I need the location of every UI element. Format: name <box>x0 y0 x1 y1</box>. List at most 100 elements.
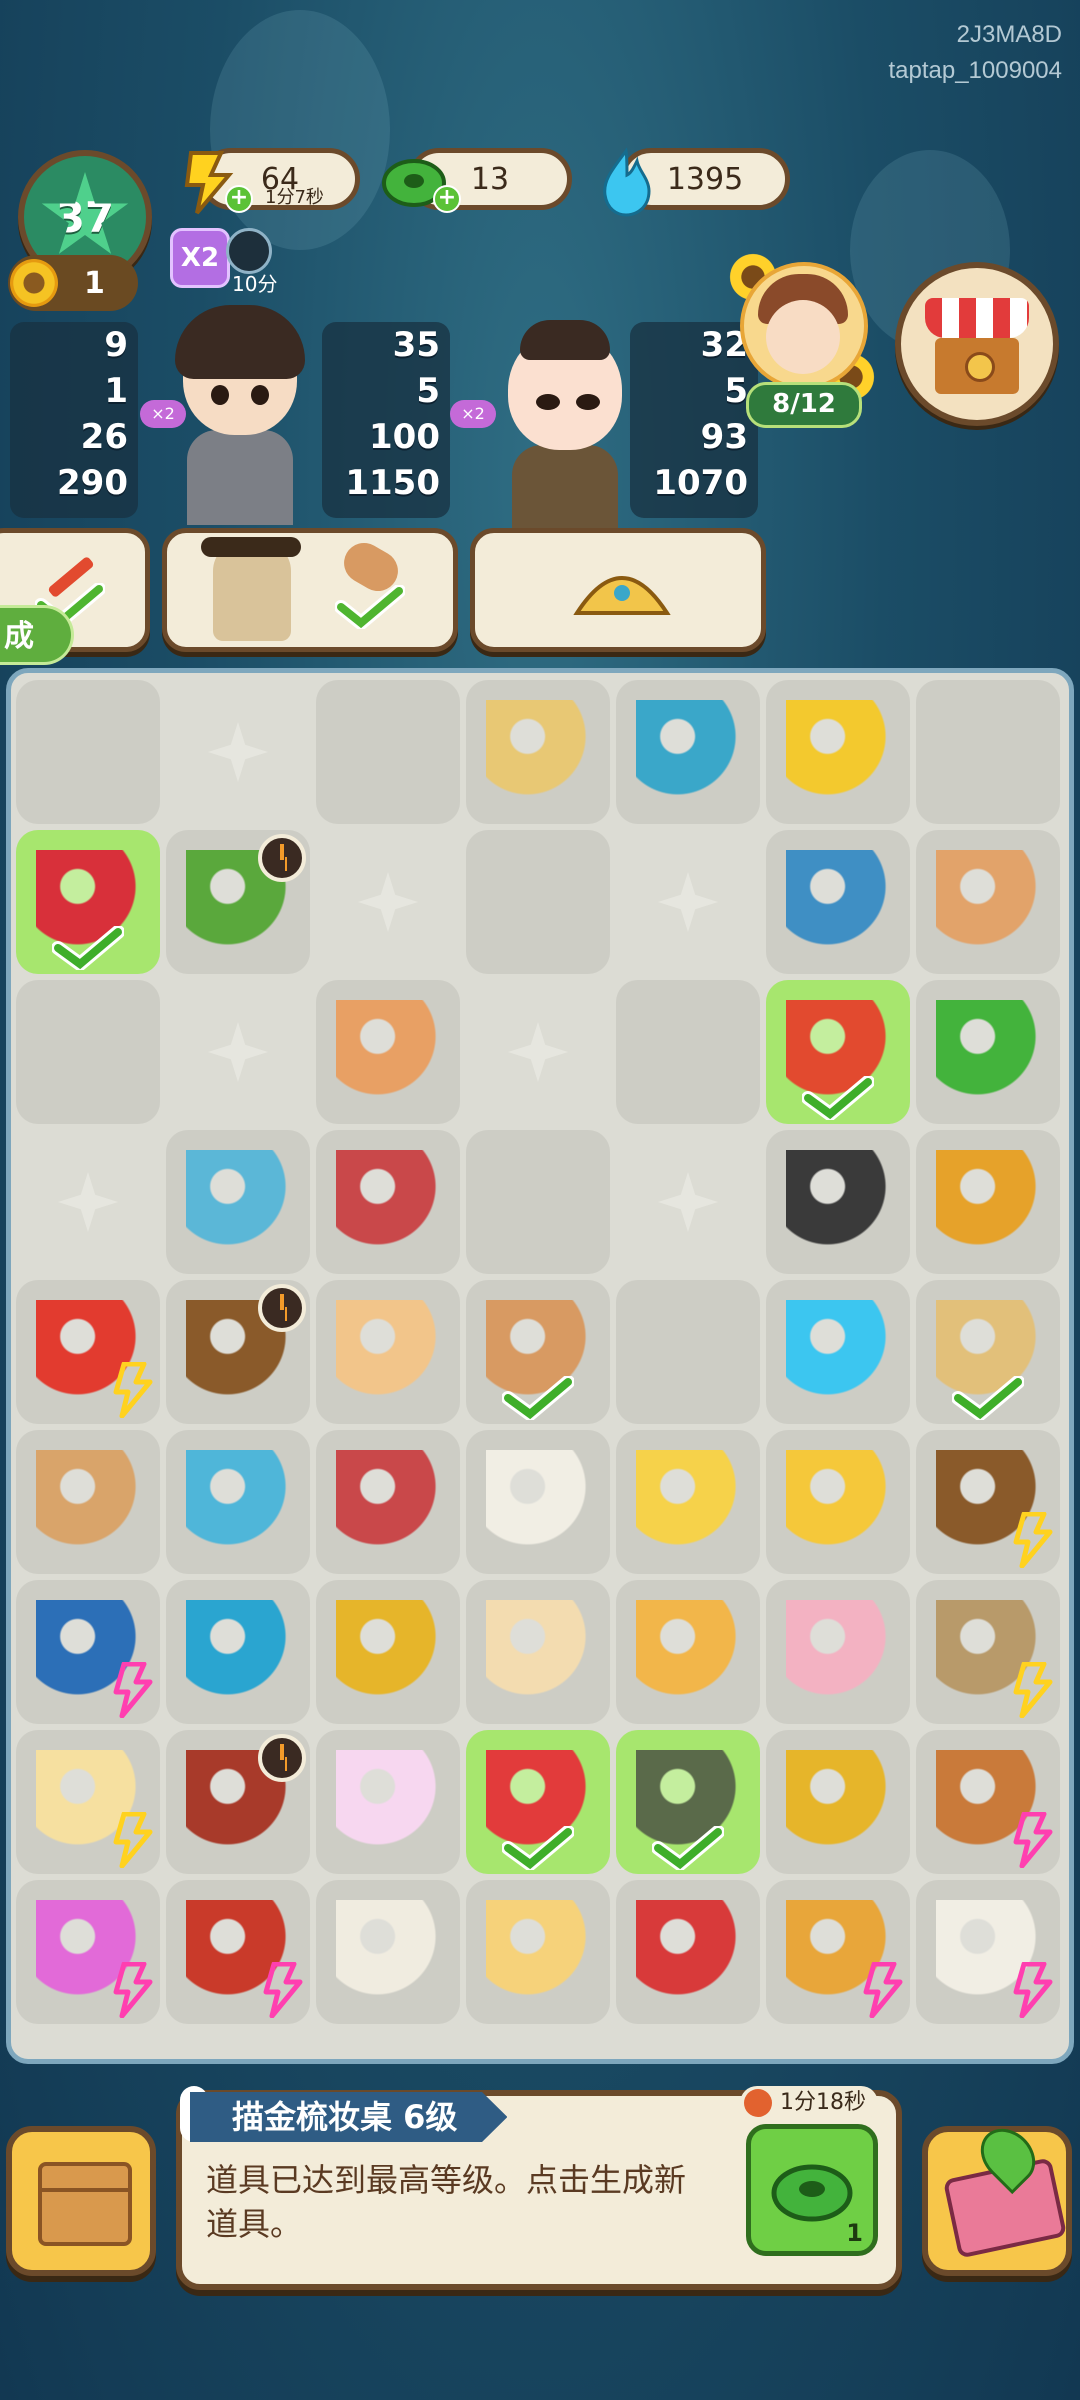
board-cell[interactable] <box>166 1430 310 1574</box>
board-cell[interactable] <box>166 1580 310 1724</box>
board-cell[interactable] <box>166 1730 310 1874</box>
board-cell[interactable] <box>616 980 760 1124</box>
order-card-3[interactable] <box>470 528 766 652</box>
check-icon <box>502 1376 574 1420</box>
board-cell[interactable] <box>616 1280 760 1424</box>
board-cell[interactable] <box>466 1280 610 1424</box>
board-cell[interactable] <box>16 1130 160 1274</box>
board-cell[interactable] <box>616 1730 760 1874</box>
visitor-portrait[interactable] <box>740 262 868 390</box>
board-cell[interactable] <box>616 1130 760 1274</box>
board-cell[interactable] <box>316 1280 460 1424</box>
stat-coins: 35 <box>392 325 440 365</box>
board-cell[interactable] <box>16 1730 160 1874</box>
board-cell[interactable] <box>466 680 610 824</box>
board-cell[interactable] <box>916 980 1060 1124</box>
gold-pot-icon <box>786 700 890 804</box>
board-cell[interactable] <box>466 1430 610 1574</box>
board-cell[interactable] <box>316 1130 460 1274</box>
energy-pill[interactable]: + 64 1分7秒 <box>184 148 360 215</box>
board-cell[interactable] <box>466 1580 610 1724</box>
stat-coins: 32 <box>700 325 748 365</box>
board-cell[interactable] <box>916 1730 1060 1874</box>
board-cell[interactable] <box>166 1130 310 1274</box>
energy-bolt-icon <box>113 1662 153 1718</box>
board-cell[interactable] <box>766 680 910 824</box>
board-cell[interactable] <box>466 830 610 974</box>
board-cell[interactable] <box>166 680 310 824</box>
add-coins-icon[interactable]: + <box>433 185 461 213</box>
board-cell[interactable] <box>766 1880 910 2024</box>
board-cell[interactable] <box>16 830 160 974</box>
energy-bolt-icon <box>1013 1512 1053 1568</box>
board-cell[interactable] <box>916 1130 1060 1274</box>
character-body <box>512 445 618 540</box>
generate-item-button[interactable]: 1 <box>746 2124 878 2256</box>
board-cell[interactable] <box>166 980 310 1124</box>
board-cell[interactable] <box>16 1280 160 1424</box>
board-cell[interactable] <box>316 1730 460 1874</box>
board-cell[interactable] <box>766 980 910 1124</box>
board-cell[interactable] <box>316 1880 460 2024</box>
character-monk[interactable] <box>490 320 640 540</box>
level-star-icon: 37 <box>41 172 129 254</box>
board-cell[interactable] <box>466 1130 610 1274</box>
storage-box-button[interactable] <box>6 2126 156 2276</box>
board-cell[interactable] <box>916 1580 1060 1724</box>
board-cell[interactable] <box>616 1430 760 1574</box>
blue-crown-pin-icon <box>786 1750 890 1854</box>
flames-pill[interactable]: 1395 <box>603 147 790 217</box>
board-cell[interactable] <box>916 830 1060 974</box>
stat-flame: 1150 <box>345 463 440 503</box>
board-cell[interactable] <box>766 1430 910 1574</box>
sponge-icon <box>786 1450 890 1554</box>
board-cell[interactable] <box>16 1580 160 1724</box>
board-cell[interactable] <box>766 830 910 974</box>
board-cell[interactable] <box>16 1430 160 1574</box>
board-cell[interactable] <box>166 1880 310 2024</box>
board-cell[interactable] <box>766 1730 910 1874</box>
board-cell[interactable] <box>466 1880 610 2024</box>
board-cell[interactable] <box>916 1280 1060 1424</box>
board-cell[interactable] <box>916 680 1060 824</box>
sunflower-counter[interactable]: 1 <box>8 255 138 311</box>
map-button[interactable] <box>922 2117 1072 2276</box>
board-cell[interactable] <box>316 680 460 824</box>
character-hair <box>520 320 610 360</box>
board-cell[interactable] <box>316 1580 460 1724</box>
board-cell[interactable] <box>616 1880 760 2024</box>
character-eye <box>211 385 229 405</box>
stat-coins: 9 <box>104 325 128 365</box>
board-cell[interactable] <box>166 1280 310 1424</box>
board-cell[interactable] <box>316 980 460 1124</box>
timer-clock-icon <box>258 1284 306 1332</box>
board-cell[interactable] <box>616 830 760 974</box>
board-cell[interactable] <box>166 830 310 974</box>
board-cell[interactable] <box>616 1580 760 1724</box>
orders-tab[interactable]: 成 <box>0 605 74 665</box>
board-cell[interactable] <box>316 1430 460 1574</box>
board-cell[interactable] <box>466 980 610 1124</box>
character-body <box>187 430 293 525</box>
board-cell[interactable] <box>916 1880 1060 2024</box>
check-icon <box>652 1826 724 1870</box>
board-cell[interactable] <box>16 680 160 824</box>
shop-awning-icon <box>925 298 1029 338</box>
board-cell[interactable] <box>466 1730 610 1874</box>
shop-button[interactable] <box>895 262 1059 426</box>
double-boost-button[interactable]: X2 <box>170 228 230 288</box>
board-cell[interactable] <box>316 830 460 974</box>
board-cell[interactable] <box>16 1880 160 2024</box>
board-cell[interactable] <box>766 1280 910 1424</box>
order-card-2[interactable] <box>162 528 458 652</box>
coins-pill[interactable]: + 13 <box>382 148 572 213</box>
board-cell[interactable] <box>16 980 160 1124</box>
timer-clock-icon <box>258 834 306 882</box>
board-cell[interactable] <box>766 1130 910 1274</box>
board-cell[interactable] <box>766 1580 910 1724</box>
character-girl[interactable] <box>165 305 315 525</box>
compact-icon <box>336 1300 440 1404</box>
board-cell[interactable] <box>916 1430 1060 1574</box>
board-cell[interactable] <box>616 680 760 824</box>
add-energy-icon[interactable]: + <box>225 185 253 213</box>
